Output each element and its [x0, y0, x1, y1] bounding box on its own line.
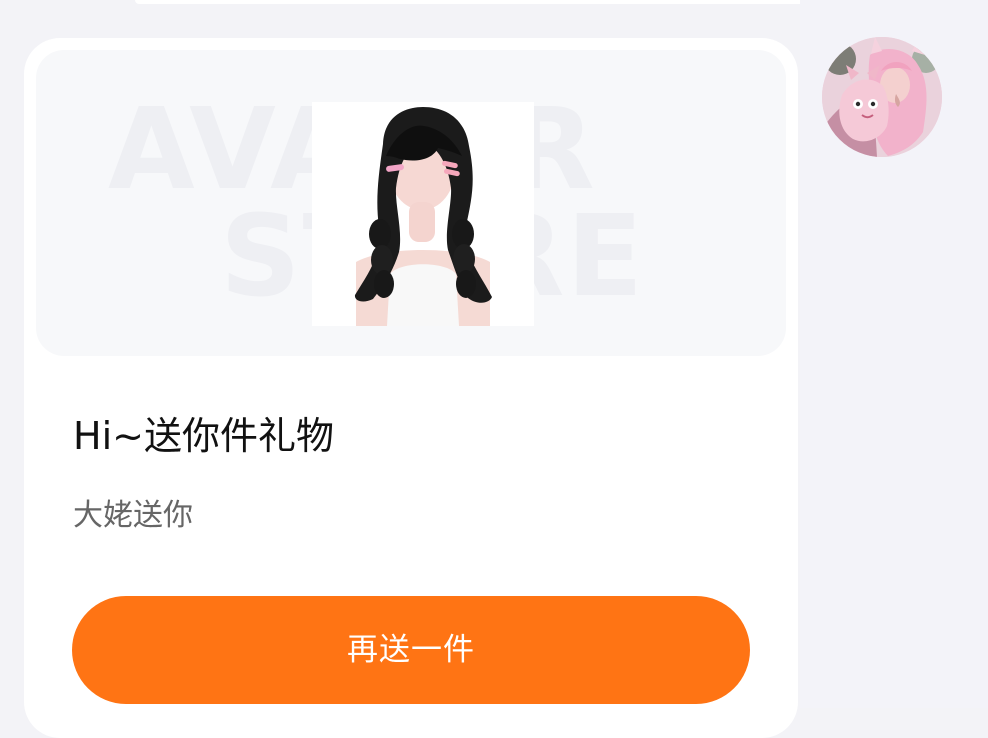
- gift-banner: AVATAR STORE: [36, 50, 786, 356]
- gift-title: Hi~送你件礼物: [73, 414, 334, 458]
- sender-avatar[interactable]: [822, 37, 942, 157]
- resend-gift-button[interactable]: 再送一件: [72, 596, 750, 704]
- top-strip: [135, 0, 895, 4]
- gift-subtitle: 大姥送你: [73, 498, 193, 533]
- gift-message-card: AVATAR STORE: [24, 38, 798, 738]
- gift-image[interactable]: [312, 102, 534, 326]
